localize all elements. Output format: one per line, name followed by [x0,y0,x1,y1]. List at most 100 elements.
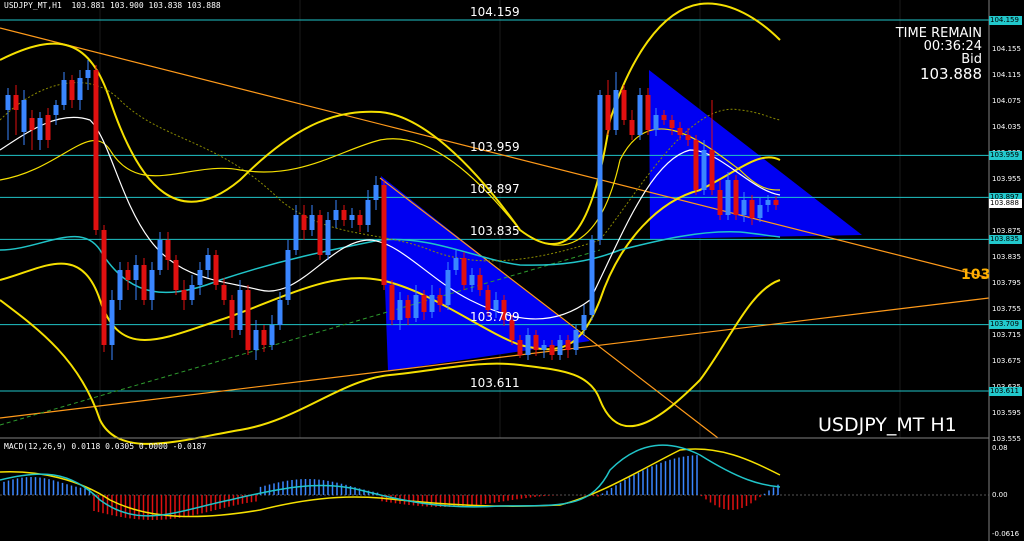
price-axis-tick: 103.715 [992,331,1021,339]
candle-body [85,70,91,78]
candle-body [181,290,187,300]
candle-body [261,330,267,345]
level-label: 104.159 [470,5,520,19]
candle-body [389,285,395,320]
triangle-pattern-right [649,70,862,239]
level-price-tag: 103.835 [989,234,1022,244]
candle-body [549,345,555,355]
candle-body [349,215,355,220]
candle-body [373,185,379,200]
candle-body [717,190,723,215]
macd-axis-tick: -0.0616 [992,530,1020,538]
price-axis-tick: 104.155 [992,45,1021,53]
level-label: 103.709 [470,309,520,324]
candle-body [101,230,107,345]
candle-body [357,215,363,225]
price-axis-tick: 103.835 [992,253,1021,261]
candle-body [757,205,763,218]
candle-body [157,240,163,270]
candle-body [621,90,627,120]
price-axis-tick: 104.075 [992,97,1021,105]
macd-axis-tick: 0.00 [992,491,1008,499]
level-price-tag: 103.709 [989,320,1022,330]
candle-body [565,340,571,350]
candle-body [245,290,251,350]
candle-body [413,295,419,318]
candle-body [637,95,643,135]
candle-body [189,285,195,300]
candle-body [605,95,611,130]
candle-body [221,285,227,300]
level-label: 103.959 [470,140,520,155]
level-price-tag: 104.159 [989,15,1022,25]
trendline-price-label: 103 [961,267,991,283]
macd-axis-tick: 0.08 [992,444,1008,452]
ohlc-values: 103.881 103.900 103.838 103.888 [71,1,221,10]
price-axis-tick: 103.795 [992,279,1021,287]
candle-body [205,255,211,270]
candle-body [317,215,323,255]
candle-body [253,330,259,350]
candle-body [541,345,547,350]
candle-body [589,240,595,315]
candle-body [197,270,203,285]
candle-body [301,215,307,230]
candle-body [125,270,131,280]
candle-body [557,340,563,355]
candle-body [397,300,403,320]
candle-body [453,258,459,270]
candle-body [437,295,443,305]
candle-body [485,290,491,310]
candle-body [93,70,99,230]
chart-window[interactable]: USDJPY_MT,H1 103.881 103.900 103.838 103… [0,0,1024,541]
price-axis-tick: 103.595 [992,409,1021,417]
candle-body [461,258,467,285]
candle-body [629,120,635,135]
candle-body [109,300,115,345]
price-axis-tick: 103.875 [992,227,1021,235]
candle-body [277,300,283,325]
level-label: 103.835 [470,224,520,239]
candle-body [229,300,235,330]
price-axis[interactable]: 104.155104.115104.075104.035103.995103.9… [989,0,1024,541]
candle-body [309,215,315,230]
candle-body [741,200,747,215]
candle-body [333,210,339,220]
candle-body [45,115,51,140]
candle-body [269,325,275,345]
candle-body [173,260,179,290]
candle-body [517,340,523,355]
level-label: 103.897 [470,182,520,197]
candle-body [165,240,171,260]
macd-header: MACD(12,26,9) 0.0118 0.0305 0.0000 -0.01… [4,442,207,451]
candle-body [381,185,387,285]
candle-body [653,115,659,130]
candle-body [661,115,667,120]
candle-body [5,95,11,110]
bid-value: 103.888 [919,65,982,83]
candle-body [581,315,587,330]
candle-body [645,95,651,130]
candle-body [733,180,739,215]
candle-body [613,90,619,130]
candle-body [685,135,691,140]
candle-body [77,78,83,100]
candle-body [693,140,699,190]
time-remain-panel: TIME REMAIN 00:36:24 Bid 103.888 [896,27,982,82]
candle-body [597,95,603,240]
candle-body [61,80,67,105]
candle-body [405,300,411,318]
candle-body [477,275,483,290]
price-axis-tick: 104.035 [992,123,1021,131]
candle-body [725,180,731,215]
candle-body [149,270,155,300]
chart-header: USDJPY_MT,H1 103.881 103.900 103.838 103… [4,1,221,10]
candle-body [749,200,755,218]
candle-body [525,335,531,355]
level-label: 103.611 [470,376,520,390]
candle-body [445,270,451,305]
candle-body [573,330,579,350]
candle-body [677,128,683,135]
price-chart-canvas[interactable] [0,0,1024,541]
candle-body [469,275,475,285]
